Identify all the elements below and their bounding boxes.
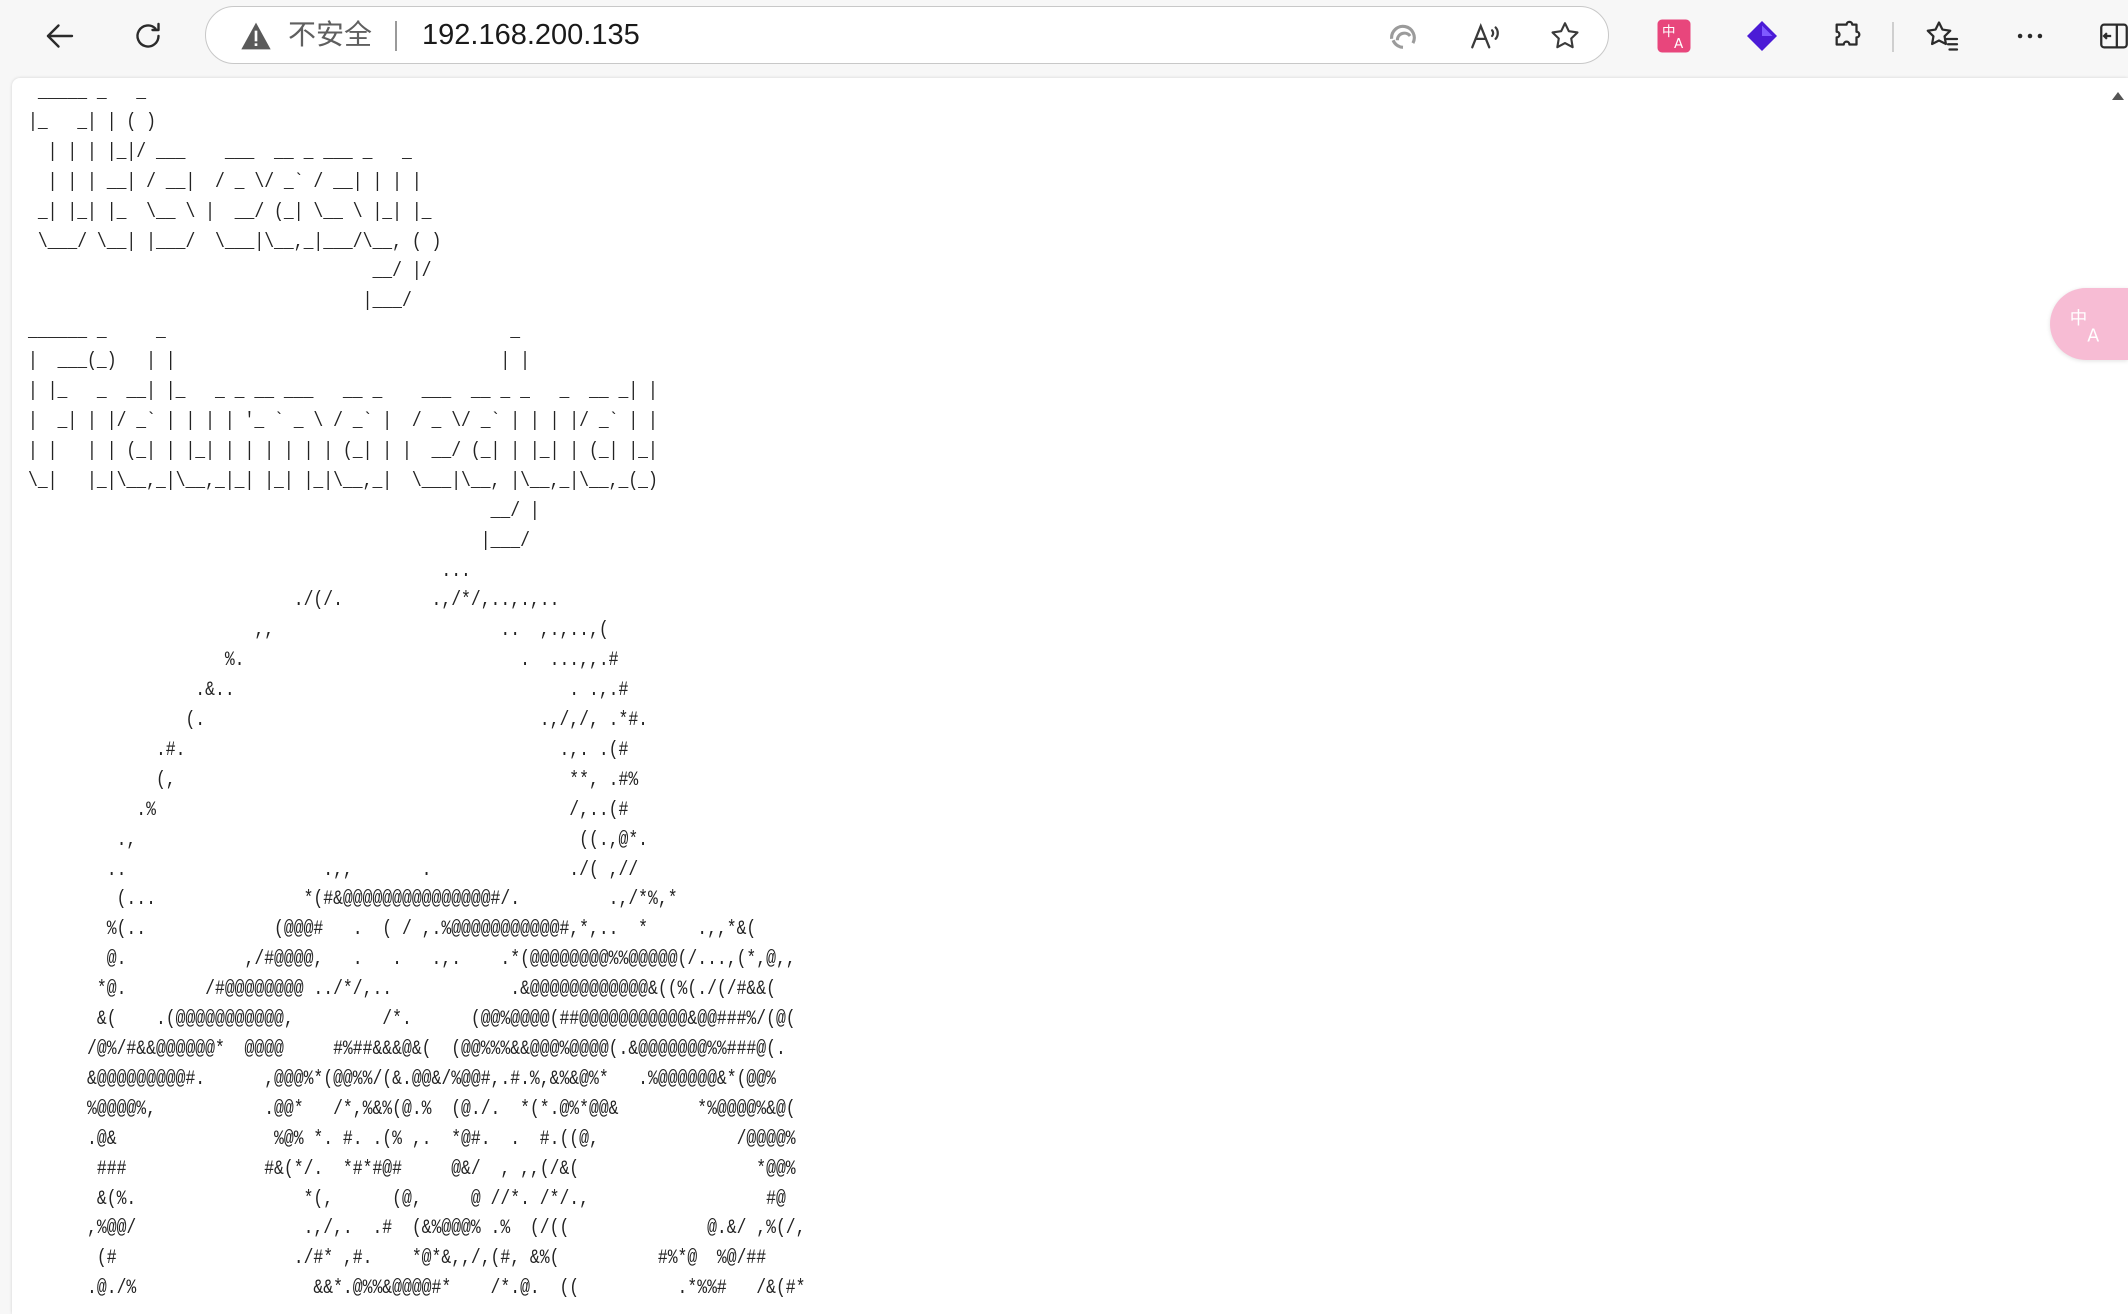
vpn-extension-icon (1747, 21, 1777, 51)
back-button[interactable] (34, 10, 86, 62)
address-bar[interactable]: 不安全 192.168.200.135 (205, 6, 1609, 64)
url-text[interactable]: 192.168.200.135 (422, 19, 640, 51)
sidebar-toggle-button[interactable] (2088, 10, 2128, 62)
more-icon (2017, 33, 2043, 39)
read-aloud-icon (1471, 23, 1499, 49)
tracking-prevention-icon (1390, 24, 1416, 49)
browser-toolbar: 不安全 192.168.200.135 中A (0, 0, 2128, 72)
toolbar-separator (1892, 22, 1894, 52)
warning-triangle-icon[interactable] (240, 21, 272, 51)
back-arrow-icon (46, 24, 74, 48)
translate-extension-icon: 中A (1657, 19, 1691, 53)
puzzle-icon (1835, 20, 1861, 46)
floating-translate-button[interactable]: 中A (2050, 288, 2128, 360)
page-viewport: _____ _ _ |_ _| | ( ) | | | |_|/ ___ ___… (12, 78, 2128, 1314)
favorites-icon (1926, 21, 1959, 51)
svg-text:中: 中 (2070, 309, 2088, 329)
translate-icon: 中A (2070, 309, 2100, 346)
favorites-button[interactable] (1916, 10, 1968, 62)
add-favorite-button[interactable] (1546, 17, 1584, 55)
vpn-extension-button[interactable] (1736, 10, 1788, 62)
translate-extension-button[interactable]: 中A (1648, 10, 1700, 62)
read-aloud-button[interactable] (1466, 17, 1504, 55)
ascii-art: _____ _ _ |_ _| | ( ) | | | |_|/ ___ ___… (28, 81, 806, 1301)
svg-text:A: A (2087, 327, 2099, 346)
scroll-up-arrow[interactable] (2112, 92, 2124, 100)
address-divider (395, 21, 397, 51)
security-status-label[interactable]: 不安全 (288, 20, 372, 50)
sidebar-icon (2100, 23, 2128, 49)
svg-text:A: A (1674, 36, 1684, 52)
reload-icon (136, 22, 160, 48)
extensions-button[interactable] (1822, 10, 1874, 62)
tracking-prevention-button[interactable] (1384, 17, 1422, 55)
reload-button[interactable] (122, 10, 174, 62)
more-button[interactable] (2004, 10, 2056, 62)
star-icon (1551, 22, 1579, 49)
